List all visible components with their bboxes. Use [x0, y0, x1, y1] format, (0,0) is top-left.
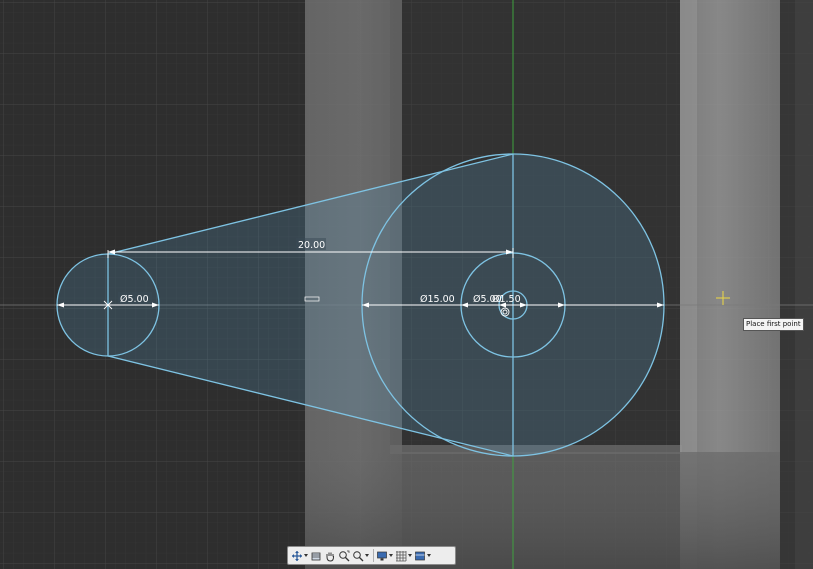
- navigation-bar: [287, 546, 456, 565]
- center-distance-label: 20.00: [298, 240, 325, 251]
- orbit-button[interactable]: [291, 548, 308, 563]
- pan-icon: [326, 552, 334, 562]
- zoom-button[interactable]: [338, 548, 350, 563]
- toolbar-separator: [373, 549, 374, 562]
- canvas-viewport[interactable]: 20.00 Ø5.00 Ø15.00 Ø5.00 Ø1.50: [0, 0, 813, 569]
- fit-icon: [353, 550, 364, 561]
- display-settings-icon: [377, 551, 387, 560]
- fit-button[interactable]: [352, 548, 369, 563]
- orbit-icon: [292, 550, 302, 561]
- zoom-icon: [339, 550, 350, 561]
- display-settings-button[interactable]: [376, 548, 393, 563]
- look-at-button[interactable]: [310, 548, 322, 563]
- cursor-tooltip: Place first point: [743, 318, 804, 331]
- pan-button[interactable]: [324, 548, 336, 563]
- viewports-button[interactable]: [414, 548, 431, 563]
- look-at-icon: [311, 552, 321, 560]
- large-diameter-label: Ø15.00: [420, 294, 455, 305]
- grid-settings-button[interactable]: [395, 548, 412, 563]
- small-diameter-label: Ø5.00: [120, 294, 149, 305]
- grid-settings-icon: [396, 550, 407, 561]
- viewports-icon: [415, 551, 425, 560]
- inner-diameter-label: Ø1.50: [492, 294, 521, 305]
